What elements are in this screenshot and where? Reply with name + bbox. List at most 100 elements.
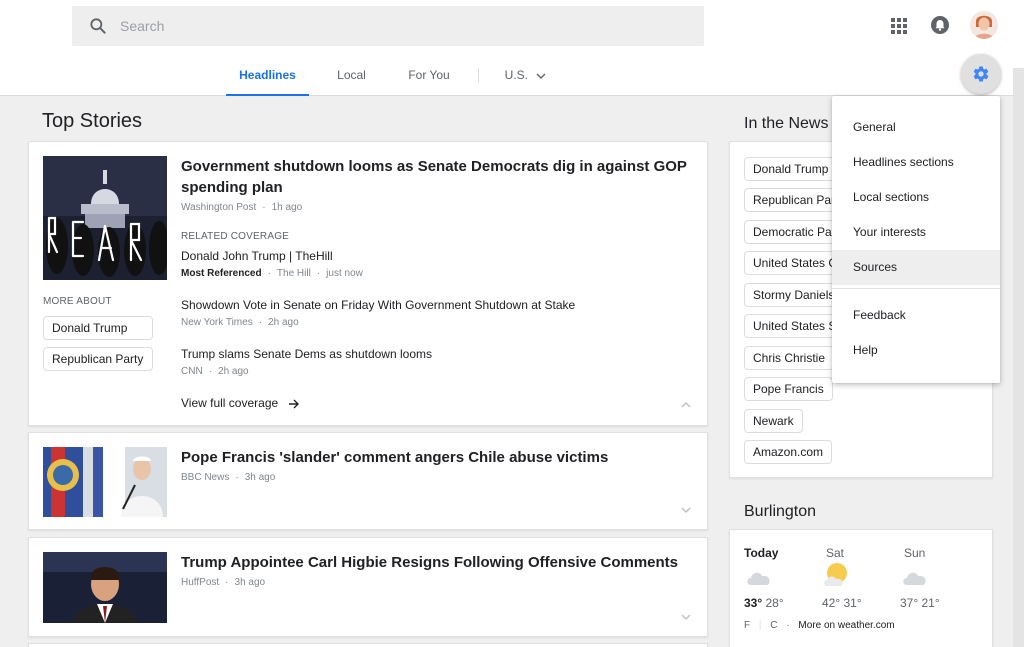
story-headline[interactable]: Trump Appointee Carl Higbie Resigns Foll… xyxy=(181,552,691,573)
cloudy-icon xyxy=(903,572,926,585)
related-headline[interactable]: Showdown Vote in Senate on Friday With G… xyxy=(181,298,575,312)
story-meta: BBC News · 3h ago xyxy=(181,472,276,483)
page-title: Top Stories xyxy=(42,110,143,132)
apps-grid-icon[interactable] xyxy=(889,16,909,36)
tab-headlines[interactable]: Headlines xyxy=(226,56,309,96)
more-about-label: MORE ABOUT xyxy=(43,296,112,307)
menu-divider xyxy=(832,288,1000,289)
related-coverage-label: RELATED COVERAGE xyxy=(181,231,290,242)
settings-button[interactable] xyxy=(961,54,1001,94)
settings-menu: General Headlines sections Local section… xyxy=(832,96,1000,383)
story-card-2: Pope Francis 'slander' comment angers Ch… xyxy=(28,432,708,530)
story-meta: HuffPost · 3h ago xyxy=(181,577,266,588)
news-topic-chip[interactable]: Newark xyxy=(744,409,803,433)
related-source[interactable]: The Hill xyxy=(277,268,311,279)
gear-icon xyxy=(973,66,989,82)
news-topic-chip[interactable]: Donald Trump xyxy=(744,157,838,181)
news-topic-chip[interactable]: Pope Francis xyxy=(744,377,833,401)
search-icon xyxy=(90,18,106,34)
related-source[interactable]: New York Times xyxy=(181,317,253,328)
story-time: 3h ago xyxy=(244,472,276,483)
story-thumbnail[interactable] xyxy=(43,447,167,517)
menu-item-your-interests[interactable]: Your interests xyxy=(832,215,1000,250)
story-meta: Washington Post · 1h ago xyxy=(181,202,303,213)
weather-temps: 42° 31° xyxy=(822,596,862,610)
in-the-news-title: In the News xyxy=(744,115,829,132)
weather-low: 21° xyxy=(921,596,940,610)
story-time: 1h ago xyxy=(271,202,303,213)
story-source[interactable]: HuffPost xyxy=(181,577,219,588)
news-topic-chip[interactable]: Chris Christie xyxy=(744,346,835,370)
menu-item-feedback[interactable]: Feedback xyxy=(832,298,1000,333)
story-card-4 xyxy=(28,643,708,647)
weather-low: 28° xyxy=(765,596,784,610)
related-headline[interactable]: Trump slams Senate Dems as shutdown loom… xyxy=(181,347,432,361)
story-headline[interactable]: Pope Francis 'slander' comment angers Ch… xyxy=(181,447,691,468)
story-thumbnail[interactable] xyxy=(43,156,167,280)
tab-for-you[interactable]: For You xyxy=(396,56,462,96)
weather-low: 31° xyxy=(843,596,862,610)
capitol-protest-image xyxy=(43,156,167,280)
weather-day: Sun xyxy=(904,546,926,560)
menu-item-sources[interactable]: Sources xyxy=(832,250,1000,285)
account-avatar[interactable] xyxy=(970,11,998,39)
cloudy-icon xyxy=(747,572,770,585)
news-topic-chip[interactable]: Amazon.com xyxy=(744,440,833,464)
story-source[interactable]: BBC News xyxy=(181,472,229,483)
weather-high: 33° xyxy=(744,596,763,610)
tab-local[interactable]: Local xyxy=(324,56,379,96)
chevron-up-icon[interactable] xyxy=(679,398,693,412)
unit-celsius[interactable]: C xyxy=(770,620,777,631)
view-full-coverage-link[interactable]: View full coverage xyxy=(181,396,300,410)
section-tabs: Headlines Local For You U.S. xyxy=(0,56,1024,96)
view-full-coverage-label: View full coverage xyxy=(181,396,279,410)
weather-day: Sat xyxy=(826,546,845,560)
story-thumbnail[interactable] xyxy=(43,552,167,623)
menu-item-local-sections[interactable]: Local sections xyxy=(832,180,1000,215)
news-topic-chip[interactable]: Stormy Daniels xyxy=(744,283,844,307)
weather-high: 42° xyxy=(822,596,841,610)
tab-edition-us[interactable]: U.S. xyxy=(500,56,552,96)
weather-high: 37° xyxy=(900,596,919,610)
unit-fahrenheit[interactable]: F xyxy=(744,620,750,631)
related-time: 2h ago xyxy=(218,366,249,377)
story-headline[interactable]: Government shutdown looms as Senate Demo… xyxy=(181,156,691,198)
related-meta: Most Referenced · The Hill · just now xyxy=(181,268,363,279)
arrow-right-icon xyxy=(288,399,299,409)
chevron-down-icon[interactable] xyxy=(679,610,693,624)
related-source[interactable]: CNN xyxy=(181,366,203,377)
carl-higbie-image xyxy=(43,552,167,623)
notifications-icon[interactable] xyxy=(930,15,950,35)
partly-sunny-icon xyxy=(824,563,847,586)
search-input[interactable] xyxy=(120,6,680,46)
chevron-down-icon xyxy=(536,73,546,79)
story-time: 3h ago xyxy=(234,577,266,588)
tab-divider xyxy=(478,68,479,82)
related-meta: CNN · 2h ago xyxy=(181,366,249,377)
menu-item-headlines-sections[interactable]: Headlines sections xyxy=(832,145,1000,180)
related-meta: New York Times · 2h ago xyxy=(181,317,299,328)
search-bar[interactable] xyxy=(72,6,704,46)
story-card-3: Trump Appointee Carl Higbie Resigns Foll… xyxy=(28,537,708,637)
weather-more-link[interactable]: More on weather.com xyxy=(798,620,894,631)
weather-card[interactable]: Today Sat Sun 33° 28° 42° 31° 37° 21° F … xyxy=(729,529,993,647)
most-referenced-badge: Most Referenced xyxy=(181,268,262,279)
menu-item-general[interactable]: General xyxy=(832,110,1000,145)
topic-chip[interactable]: Donald Trump xyxy=(43,316,153,340)
avatar-icon xyxy=(970,11,998,39)
weather-temps: 37° 21° xyxy=(900,596,940,610)
weather-footer: F | C · More on weather.com xyxy=(744,620,895,631)
story-source[interactable]: Washington Post xyxy=(181,202,256,213)
related-headline[interactable]: Donald John Trump | TheHill xyxy=(181,249,333,263)
scrollbar-track[interactable] xyxy=(1013,68,1024,647)
top-header: Headlines Local For You U.S. xyxy=(0,0,1024,96)
topic-chip[interactable]: Republican Party xyxy=(43,347,153,371)
weather-location-title: Burlington xyxy=(744,503,817,520)
edition-label: U.S. xyxy=(504,68,528,82)
pope-francis-image xyxy=(43,447,167,517)
story-card-1: Government shutdown looms as Senate Demo… xyxy=(28,141,708,426)
weather-day: Today xyxy=(744,546,779,560)
chevron-down-icon[interactable] xyxy=(679,503,693,517)
menu-item-help[interactable]: Help xyxy=(832,333,1000,368)
weather-temps: 33° 28° xyxy=(744,596,784,610)
